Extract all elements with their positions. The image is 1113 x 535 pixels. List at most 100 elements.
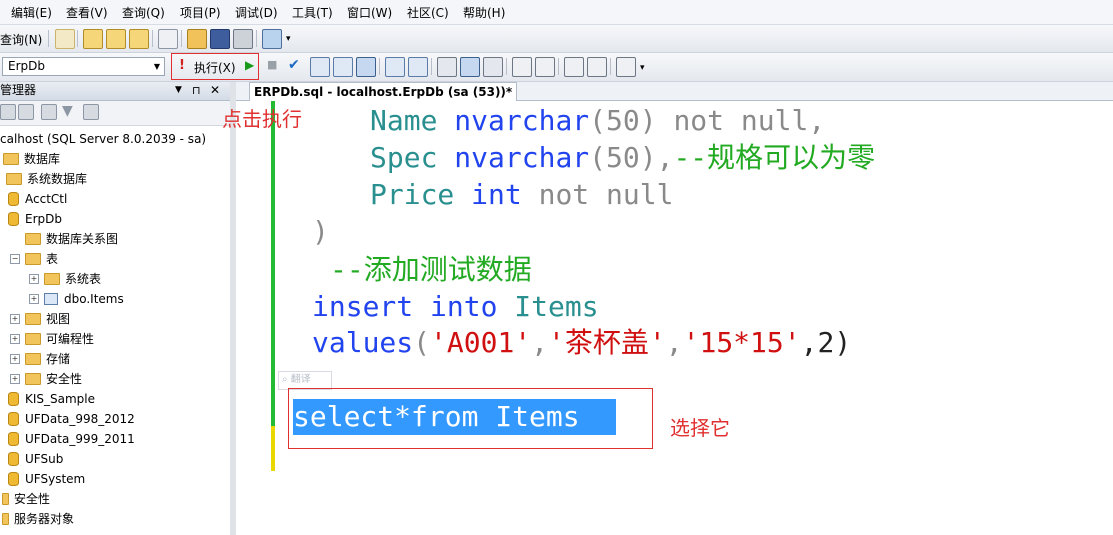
client-stats-icon[interactable] <box>408 57 428 77</box>
save-icon[interactable] <box>210 29 230 49</box>
database-icon <box>8 451 19 466</box>
connect-icon[interactable] <box>0 104 16 120</box>
code-token: nvarchar <box>454 141 590 174</box>
tree-item-label: 系统表 <box>65 272 102 286</box>
tree-item-system-tables[interactable]: + 系统表 <box>29 269 101 289</box>
new-query-button[interactable]: 查询(N) <box>0 31 42 48</box>
menu-community[interactable]: 社区(C) <box>407 4 449 21</box>
tree-item-ufsub[interactable]: UFSub <box>8 449 63 469</box>
expand-icon[interactable]: + <box>10 313 20 324</box>
change-margin-saved <box>271 101 275 471</box>
tree-item-databases[interactable]: 数据库 <box>3 149 60 169</box>
print-icon[interactable] <box>233 29 253 49</box>
menu-view[interactable]: 查看(V) <box>66 4 108 21</box>
results-to-file-icon[interactable] <box>483 57 503 77</box>
menu-edit[interactable]: 编辑(E) <box>11 4 52 21</box>
toolbar-overflow-icon[interactable]: ▾ <box>640 63 645 73</box>
results-to-grid-icon[interactable] <box>356 57 376 77</box>
tree-item-tables[interactable]: − 表 <box>10 249 58 269</box>
expand-icon[interactable]: + <box>10 333 20 344</box>
tree-item-programmability[interactable]: + 可编程性 <box>10 329 94 349</box>
tree-item-label: 安全性 <box>46 372 83 386</box>
code-token: insert into <box>312 290 515 323</box>
stop-icon[interactable] <box>41 104 57 120</box>
tree-item-erpdb[interactable]: ErpDb <box>8 209 62 229</box>
toolbar-separator <box>181 30 182 47</box>
execute-highlight-box <box>171 53 259 80</box>
tree-item-ufdata-998[interactable]: UFData_998_2012 <box>8 409 135 429</box>
folder-icon <box>3 152 19 165</box>
tree-item-db-security[interactable]: + 安全性 <box>10 369 82 389</box>
activity-monitor-icon[interactable] <box>262 29 282 49</box>
close-icon[interactable]: ✕ <box>210 82 220 99</box>
menu-help[interactable]: 帮助(H) <box>463 4 505 21</box>
pin-icon[interactable]: ⊓ <box>192 82 201 99</box>
folder-icon <box>44 272 60 285</box>
tree-item-label: 数据库 <box>24 152 61 166</box>
menu-window[interactable]: 窗口(W) <box>347 4 392 21</box>
toolbar-separator <box>48 30 49 47</box>
xmla-query-icon[interactable] <box>129 29 149 49</box>
tree-item-diagrams[interactable]: 数据库关系图 <box>25 229 118 249</box>
tree-item-dbo-items[interactable]: + dbo.Items <box>29 289 124 309</box>
toolbar-overflow-icon[interactable]: ▾ <box>286 34 291 44</box>
expand-icon[interactable]: + <box>10 373 20 384</box>
uncomment-lines-icon[interactable] <box>535 57 555 77</box>
estimated-plan-icon[interactable] <box>310 57 330 77</box>
comment-lines-icon[interactable] <box>512 57 532 77</box>
tree-item-views[interactable]: + 视图 <box>10 309 70 329</box>
tree-item-system-databases[interactable]: 系统数据库 <box>6 169 87 189</box>
tree-item-label: AcctCtl <box>25 192 68 206</box>
dmx-query-icon[interactable] <box>106 29 126 49</box>
toolbar-separator <box>152 30 153 47</box>
search-icon: ⌕ <box>282 374 288 385</box>
disconnect-icon[interactable] <box>18 104 34 120</box>
tree-item-kis-sample[interactable]: KIS_Sample <box>8 389 95 409</box>
menu-project[interactable]: 项目(P) <box>180 4 221 21</box>
sql-editor-toolbar: ErpDb ▼ ! 执行(X) ▶ ■ ✔ ▾ <box>0 53 1113 82</box>
tree-item-server-objects[interactable]: 服务器对象 <box>2 509 74 529</box>
increase-indent-icon[interactable] <box>587 57 607 77</box>
new-file-icon[interactable] <box>55 29 75 49</box>
specify-values-icon[interactable] <box>616 57 636 77</box>
code-string: '茶杯盖' <box>548 326 666 359</box>
folder-icon <box>6 172 22 185</box>
toolbar-separator <box>610 58 611 75</box>
results-grid-icon[interactable] <box>460 57 480 77</box>
tree-item-acctctl[interactable]: AcctCtl <box>8 189 67 209</box>
tree-item-storage[interactable]: + 存储 <box>10 349 70 369</box>
open-folder-icon[interactable] <box>187 29 207 49</box>
code-line: Spec nvarchar(50),--规格可以为零 <box>370 139 875 176</box>
tree-item-server[interactable]: calhost (SQL Server 8.0.2039 - sa) <box>0 129 206 149</box>
filter-icon[interactable]: ▼ <box>62 103 73 119</box>
panel-dropdown-icon[interactable]: ▼ <box>175 82 182 99</box>
menu-tools[interactable]: 工具(T) <box>292 4 333 21</box>
tree-item-ufdata-999[interactable]: UFData_999_2011 <box>8 429 135 449</box>
stop-icon[interactable]: ■ <box>267 58 277 71</box>
tree-item-label: dbo.Items <box>64 292 124 306</box>
add-file-icon[interactable] <box>158 29 178 49</box>
tree-item-ufsystem[interactable]: UFSystem <box>8 469 85 489</box>
mdx-query-icon[interactable] <box>83 29 103 49</box>
tree-item-security[interactable]: 安全性 <box>2 489 50 509</box>
expand-icon[interactable]: + <box>29 293 39 304</box>
code-token: , <box>665 326 683 359</box>
parse-check-icon[interactable]: ✔ <box>288 57 300 73</box>
code-string: 'A001' <box>430 326 532 359</box>
expand-icon[interactable]: + <box>29 273 39 284</box>
tab-erpdb-sql[interactable]: ERPDb.sql - localhost.ErpDb (sa (53))* <box>249 82 518 101</box>
refresh-icon[interactable] <box>83 104 99 120</box>
tree-item-label: 系统数据库 <box>27 172 88 186</box>
tree-item-label: UFData_998_2012 <box>25 412 135 426</box>
collapse-icon[interactable]: − <box>10 253 20 264</box>
decrease-indent-icon[interactable] <box>564 57 584 77</box>
standard-toolbar: 查询(N) ▾ <box>0 25 1113 53</box>
code-token: (50) <box>589 104 674 137</box>
include-plan-icon[interactable] <box>385 57 405 77</box>
database-selector[interactable]: ErpDb ▼ <box>2 57 165 76</box>
menu-query[interactable]: 查询(Q) <box>122 4 165 21</box>
query-designer-icon[interactable] <box>333 57 353 77</box>
results-to-text-icon[interactable] <box>437 57 457 77</box>
menu-debug[interactable]: 调试(D) <box>235 4 278 21</box>
expand-icon[interactable]: + <box>10 353 20 364</box>
